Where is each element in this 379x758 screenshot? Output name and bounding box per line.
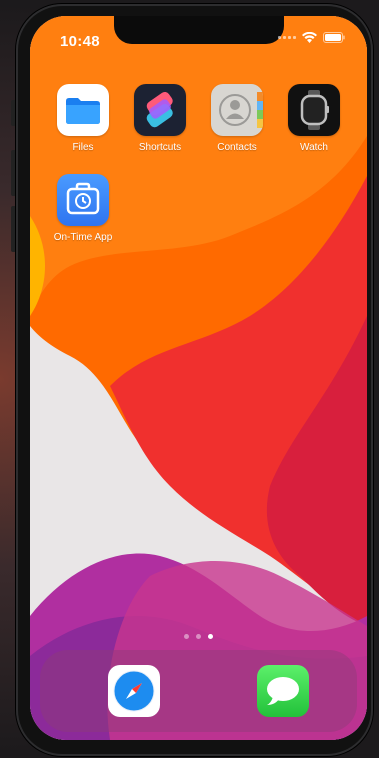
page-dot bbox=[196, 634, 201, 639]
app-label: Contacts bbox=[217, 142, 257, 153]
app-shortcuts[interactable]: Shortcuts bbox=[125, 84, 195, 153]
app-label: On-Time App bbox=[53, 232, 113, 243]
dock bbox=[40, 650, 357, 732]
watch-icon bbox=[288, 84, 340, 136]
status-indicators bbox=[278, 32, 345, 43]
battery-icon bbox=[323, 32, 345, 43]
app-contacts[interactable]: Contacts bbox=[202, 84, 272, 153]
messages-icon[interactable] bbox=[257, 665, 309, 717]
app-label: Shortcuts bbox=[138, 142, 182, 153]
wifi-icon bbox=[302, 32, 317, 43]
page-indicator[interactable] bbox=[30, 634, 367, 639]
status-time: 10:48 bbox=[60, 33, 100, 50]
contacts-icon bbox=[211, 84, 263, 136]
signal-icon bbox=[278, 36, 296, 39]
notch bbox=[114, 16, 284, 44]
files-icon bbox=[57, 84, 109, 136]
home-screen: 10:48 Files Shortcuts Contacts Watch On-… bbox=[30, 16, 367, 740]
briefcase-clock-icon bbox=[57, 174, 109, 226]
app-on-time[interactable]: On-Time App bbox=[48, 174, 118, 243]
safari-icon[interactable] bbox=[108, 665, 160, 717]
page-dot bbox=[184, 634, 189, 639]
app-label: Files bbox=[72, 142, 94, 153]
app-files[interactable]: Files bbox=[48, 84, 118, 153]
page-dot-active bbox=[208, 634, 213, 639]
shortcuts-icon bbox=[134, 84, 186, 136]
app-label: Watch bbox=[300, 142, 328, 153]
app-watch[interactable]: Watch bbox=[279, 84, 349, 153]
